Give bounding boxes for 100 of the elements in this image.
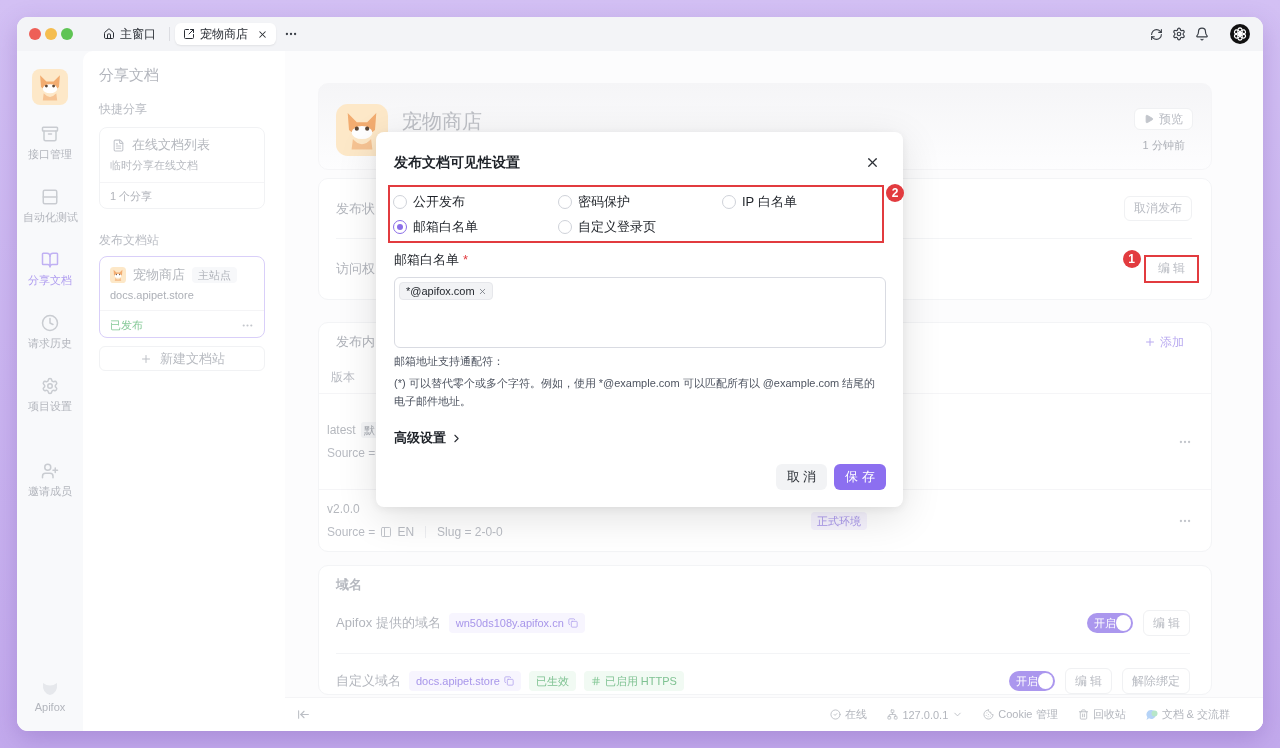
site-tag: 主站点 (192, 267, 237, 283)
domain-tag[interactable]: wn50ds108y.apifox.cn (448, 613, 585, 633)
row-label: 访问权 (336, 259, 375, 278)
site-card[interactable]: 宠物商店 主站点 docs.apipet.store 已发布 (99, 256, 265, 338)
radio-option[interactable]: 自定义登录页 (558, 217, 656, 236)
row-label: 发布状 (336, 199, 375, 218)
fox-logo-icon (32, 69, 68, 105)
network-icon (887, 709, 899, 720)
environment-tag: 正式环境 (811, 512, 867, 530)
settings-icon[interactable] (1172, 27, 1186, 41)
archive-icon (41, 125, 59, 143)
zoom-window-icon[interactable] (61, 28, 73, 40)
radio-option[interactable]: 密码保护 (558, 192, 630, 211)
nav-item[interactable]: 项目设置 (28, 377, 72, 414)
email-tag[interactable]: *@apifox.com (399, 282, 493, 300)
nav-item[interactable]: 自动化测试 (22, 188, 78, 225)
status-text: 已启用 HTTPS (604, 673, 677, 689)
panel-title: 分享文档 (99, 65, 160, 85)
close-icon[interactable] (257, 28, 268, 40)
minimize-window-icon[interactable] (45, 28, 57, 40)
nav-item[interactable]: 请求历史 (28, 314, 72, 351)
status-item[interactable]: 127.0.0.1 (887, 708, 964, 721)
rows-icon (41, 188, 59, 206)
radio-option[interactable]: 公开发布 (393, 192, 465, 211)
section-heading: 发布文档站 (99, 232, 160, 248)
nav-item[interactable]: 邀请成员 (28, 462, 72, 499)
section-heading: 快捷分享 (99, 101, 148, 117)
site-domain: docs.apipet.store (110, 288, 195, 303)
site-title: 宠物商店 (402, 110, 482, 132)
close-window-icon[interactable] (29, 28, 41, 40)
step-number-marker: 1 (1122, 249, 1141, 268)
column-header: 版本 (331, 368, 355, 386)
tab[interactable]: 主窗口 (95, 23, 164, 45)
domain-button[interactable]: 编 辑 (1142, 610, 1190, 636)
tab[interactable]: 宠物商店 (175, 23, 276, 45)
domain-text: wn50ds108y.apifox.cn (455, 617, 564, 629)
trash-icon (1077, 709, 1089, 720)
new-site-button[interactable]: 新建文档站 (99, 346, 265, 371)
collapse-icon[interactable] (297, 708, 310, 721)
share-count: 1 个分享 (110, 189, 153, 204)
cookie-icon (983, 709, 995, 720)
clock-icon (41, 314, 59, 332)
fox-logo-icon (110, 267, 126, 283)
version-name: v2.0.0 (327, 502, 360, 516)
status-item[interactable]: 回收站 (1077, 707, 1126, 722)
email-whitelist-field[interactable]: *@apifox.com (394, 277, 886, 348)
check-circle-icon (830, 709, 842, 720)
field-label: 邮箱白名单 * (394, 252, 470, 268)
copy-icon[interactable] (503, 676, 514, 686)
brand-name: Apifox (34, 700, 66, 714)
status-item[interactable]: 在线 (830, 707, 868, 722)
domain-text: docs.apipet.store (416, 675, 500, 687)
language-label: EN (397, 525, 415, 539)
plus-icon (1144, 336, 1156, 348)
domain-label: 自定义域名 (336, 672, 401, 690)
status-item[interactable]: Cookie 管理 (983, 707, 1058, 722)
status-item[interactable]: 文档 & 交流群 (1145, 707, 1230, 722)
step-number-marker: 2 (886, 184, 904, 202)
radio-option[interactable]: 邮箱白名单 (393, 217, 478, 236)
toggle-switch[interactable]: 开启 (1008, 671, 1055, 691)
nav-item[interactable]: 分享文档 (28, 251, 72, 288)
status-text: 已生效 (535, 673, 569, 689)
panel-icon (380, 526, 393, 538)
quick-share-card[interactable]: 在线文档列表 临时分享在线文档 1 个分享 (99, 127, 265, 209)
slug-label: Slug = 2-0-0 (437, 525, 503, 539)
source-label: Source = (327, 446, 376, 460)
avatar-icon[interactable] (1230, 24, 1250, 44)
save-button[interactable]: 保 存 (834, 464, 886, 490)
copy-icon[interactable] (567, 618, 578, 628)
settings-icon (41, 377, 59, 395)
domain-label: Apifox 提供的域名 (336, 614, 441, 632)
chat-bubble-icon (1145, 708, 1158, 721)
nav-item[interactable]: 接口管理 (28, 125, 72, 162)
section-title: 发布内 (336, 333, 375, 351)
toggle-switch[interactable]: 开启 (1086, 613, 1133, 633)
unpublish-button[interactable]: 取消发布 (1124, 196, 1192, 221)
help-title: 邮箱地址支持通配符： (394, 354, 505, 369)
add-link[interactable]: 添加 (1144, 333, 1184, 351)
cancel-button[interactable]: 取 消 (775, 464, 828, 490)
advanced-settings-toggle[interactable]: 高级设置 (394, 428, 463, 448)
section-title: 域名 (336, 576, 363, 594)
site-name: 宠物商店 (133, 267, 185, 283)
help-text: (*) 可以替代零个或多个字符。例如，使用 *@example.com 可以匹配所有以 @example.com 结尾的电子邮件地址。 (394, 376, 877, 409)
card-subtitle: 临时分享在线文档 (110, 158, 199, 173)
source-label: Source = (327, 525, 376, 539)
book-icon (41, 251, 59, 269)
domain-button[interactable]: 解除绑定 (1122, 668, 1190, 694)
user-plus-icon (41, 462, 59, 480)
remove-icon[interactable] (477, 286, 487, 296)
bell-icon[interactable] (1195, 27, 1209, 41)
hash-icon (590, 676, 601, 686)
site-status: 已发布 (110, 318, 143, 333)
version-name: latest (327, 423, 356, 437)
radio-option[interactable]: IP 白名单 (722, 192, 797, 211)
preview-button[interactable]: 预览 (1134, 108, 1193, 130)
updated-time: 1 分钟前 (1142, 138, 1185, 153)
refresh-icon[interactable] (1150, 27, 1163, 41)
domain-button[interactable]: 编 辑 (1064, 668, 1112, 694)
domain-tag[interactable]: docs.apipet.store (409, 671, 521, 691)
home-icon (103, 28, 115, 40)
